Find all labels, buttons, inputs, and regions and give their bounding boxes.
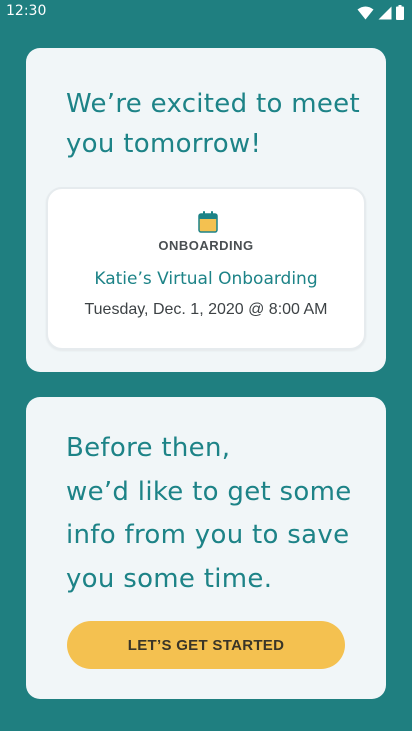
calendar-icon — [198, 211, 218, 233]
get-started-button[interactable]: LET’S GET STARTED — [67, 621, 345, 669]
welcome-card: We’re excited to meet you tomorrow! ONBO… — [26, 48, 386, 372]
welcome-heading: We’re excited to meet you tomorrow! — [66, 84, 366, 164]
info-heading-line2: we’d like to get some — [66, 476, 352, 507]
wifi-icon — [357, 6, 374, 19]
welcome-heading-line1: We’re excited to meet — [66, 89, 360, 119]
signal-icon — [378, 6, 392, 19]
info-heading: Before then, we’d like to get some info … — [66, 427, 366, 601]
info-heading-line4: you some time. — [66, 563, 273, 594]
status-time: 12:30 — [6, 3, 47, 19]
status-icons — [357, 5, 404, 20]
event-title: Katie’s Virtual Onboarding — [94, 269, 318, 289]
status-bar: 12:30 — [0, 0, 412, 24]
battery-icon — [396, 5, 404, 20]
info-card: Before then, we’d like to get some info … — [26, 397, 386, 699]
event-datetime: Tuesday, Dec. 1, 2020 @ 8:00 AM — [84, 301, 328, 318]
info-heading-line3: info from you to save — [66, 520, 350, 550]
event-type: ONBOARDING — [158, 238, 254, 253]
info-heading-line1: Before then, — [66, 433, 231, 463]
welcome-heading-line2: you tomorrow! — [66, 129, 262, 159]
event-card[interactable]: ONBOARDING Katie’s Virtual Onboarding Tu… — [46, 187, 366, 350]
